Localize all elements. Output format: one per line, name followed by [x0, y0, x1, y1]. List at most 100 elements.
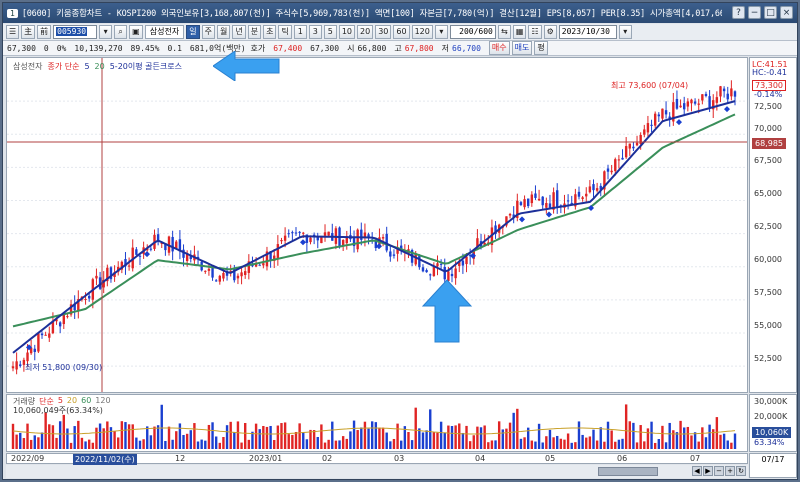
menu-icon[interactable]: ☰ [6, 25, 20, 39]
volume-bar [657, 439, 661, 449]
date-input[interactable]: 2023/10/30 [558, 25, 617, 39]
volume-bar [418, 428, 421, 449]
volume-bar [102, 428, 105, 449]
interval-10[interactable]: 10 [338, 25, 355, 39]
candle-body [84, 298, 87, 300]
volume-bar [316, 437, 319, 449]
interval-5[interactable]: 5 [323, 25, 337, 39]
volume-bar [91, 442, 95, 449]
minimize-button[interactable]: − [748, 6, 761, 19]
volume-bar [244, 422, 247, 449]
volume-bar [407, 432, 410, 449]
volume-bar [189, 430, 192, 449]
main-button[interactable]: 主 [21, 25, 36, 39]
candle-body [262, 263, 265, 266]
volume-bar [595, 440, 599, 449]
zoom-out-icon[interactable]: − [714, 466, 724, 476]
volume-bar [726, 440, 729, 449]
volume-bar [370, 421, 374, 449]
candle-body [592, 184, 595, 191]
interval-3[interactable]: 3 [308, 25, 322, 39]
candle-body [450, 273, 454, 277]
count-input[interactable]: 200/600 [449, 25, 496, 39]
candle-body [95, 275, 98, 279]
period-week[interactable]: 주 [201, 25, 215, 39]
xlabel: 12 [175, 454, 186, 463]
date-dropdown-icon[interactable]: ▾ [618, 25, 632, 39]
code-dropdown-icon[interactable]: ▾ [99, 25, 113, 39]
volume-bar [200, 439, 203, 449]
candle-body [454, 268, 457, 279]
zoom-in-icon[interactable]: + [725, 466, 735, 476]
period-minute[interactable]: 분 [247, 25, 262, 39]
volume-bar [519, 438, 523, 449]
volume-bar [487, 442, 490, 449]
period-day[interactable]: 일 [186, 25, 200, 39]
volume-bar [22, 438, 26, 449]
volume-chart[interactable]: 거래량 단순 5 20 60 120 10,060,049주(63.34%) [6, 394, 748, 452]
candle-body [276, 244, 280, 259]
settings-icon[interactable]: ⚙ [543, 25, 557, 39]
reset-icon[interactable]: ↻ [736, 466, 746, 476]
lock-icon[interactable]: ▣ [129, 25, 143, 39]
candle-body [657, 114, 661, 117]
candle-body [320, 237, 323, 244]
interval-30[interactable]: 30 [375, 25, 392, 39]
sell-button[interactable]: 매도 [511, 41, 533, 55]
grid-icon[interactable]: ▦ [512, 25, 527, 39]
volume-bar [581, 434, 584, 449]
candle-body [283, 235, 287, 241]
interval-120[interactable]: 120 [411, 25, 433, 39]
calendar-icon[interactable]: ☷ [528, 25, 542, 39]
interval-1[interactable]: 1 [293, 25, 307, 39]
ytick: 60,000 [754, 255, 782, 264]
signal-marker [470, 252, 476, 259]
volume-bar [534, 441, 537, 449]
volume-bar [127, 424, 131, 449]
price-chart[interactable]: 삼성전자 종가 단순 5 20 5-20이평 골든크로스 최고 73,600 (… [6, 57, 748, 393]
xlabel: 06 [617, 454, 628, 463]
period-year[interactable]: 년 [232, 25, 246, 39]
maximize-button[interactable]: □ [764, 6, 777, 19]
scroll-right-icon[interactable]: ▶ [703, 466, 713, 476]
chart-scrollbar[interactable]: ◀ ▶ − + ↻ [6, 465, 748, 478]
signal-marker [724, 106, 730, 113]
volume-bar [211, 422, 214, 449]
volume-bar [298, 423, 301, 449]
period-month[interactable]: 월 [216, 25, 231, 39]
open-label: 시 [347, 43, 355, 53]
scroll-left-icon[interactable]: ◀ [692, 466, 702, 476]
prev-button[interactable]: 前 [37, 25, 52, 39]
window-controls: ? − □ × [732, 6, 793, 19]
help-button[interactable]: ? [732, 6, 745, 19]
candle-body [171, 236, 174, 252]
close-button[interactable]: × [780, 6, 793, 19]
interval-20[interactable]: 20 [357, 25, 374, 39]
volume-bar [389, 441, 392, 449]
volume-bar [429, 409, 432, 449]
buy-button[interactable]: 매수 [488, 41, 510, 55]
volume-bar [48, 424, 51, 449]
candle-body [588, 186, 592, 193]
period-tick[interactable]: 틱 [278, 25, 292, 39]
price-chart-svg [7, 58, 747, 392]
interval-dropdown-icon[interactable]: ▾ [434, 25, 448, 39]
interval-60[interactable]: 60 [393, 25, 410, 39]
volume-bar [454, 425, 457, 449]
annotation-arrow-left [213, 51, 280, 81]
change-percent: 0% [56, 43, 67, 53]
volume-bar [138, 440, 142, 449]
volume-bar [701, 427, 704, 449]
search-icon[interactable]: ⌕ [114, 25, 128, 39]
volume-bar [577, 421, 581, 449]
flat-button[interactable]: 평 [534, 41, 548, 55]
window-title: [0600] 키움종합차트 - KOSPI200 외국인보유[3,168,807… [21, 9, 722, 19]
scroll-thumb[interactable] [598, 467, 658, 476]
link-icon[interactable]: ⇆ [497, 25, 511, 39]
period-second[interactable]: 초 [263, 25, 277, 39]
volume-bar [421, 432, 425, 449]
vol-ytick: 20,000K [754, 412, 788, 421]
stock-code-input[interactable]: 005930 [53, 25, 98, 39]
volume-bar [233, 432, 236, 449]
price-y-axis: LC:41.51 HC:-0.41 73,300 -0.14% 68,985 7… [749, 57, 797, 393]
